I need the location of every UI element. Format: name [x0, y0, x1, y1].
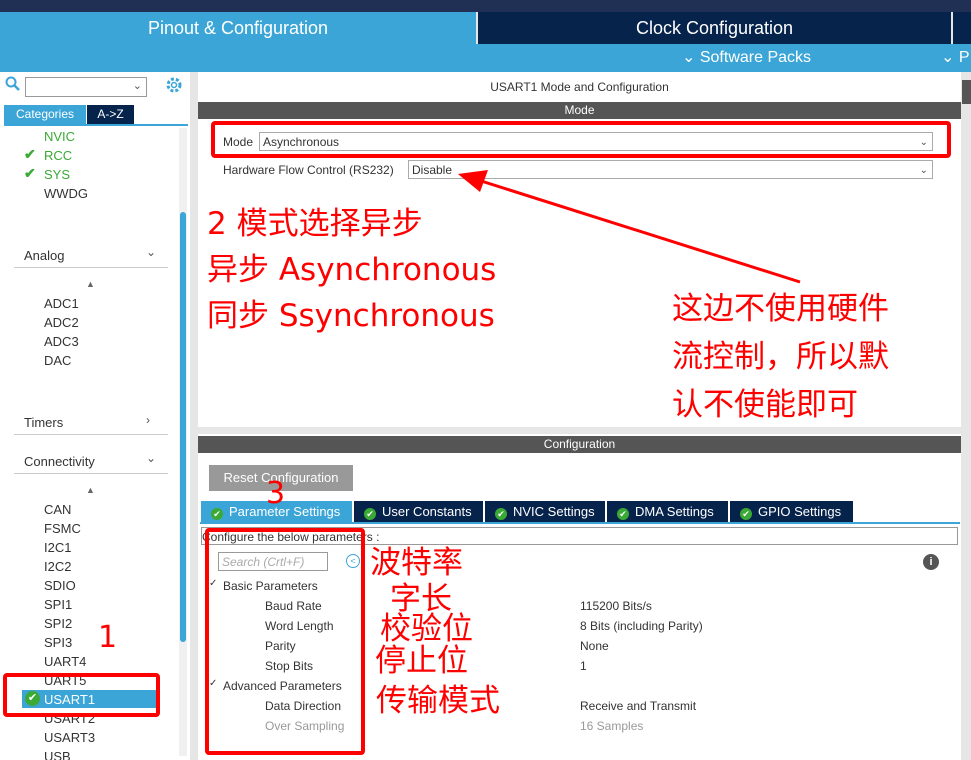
annotation-arrow [458, 170, 801, 284]
